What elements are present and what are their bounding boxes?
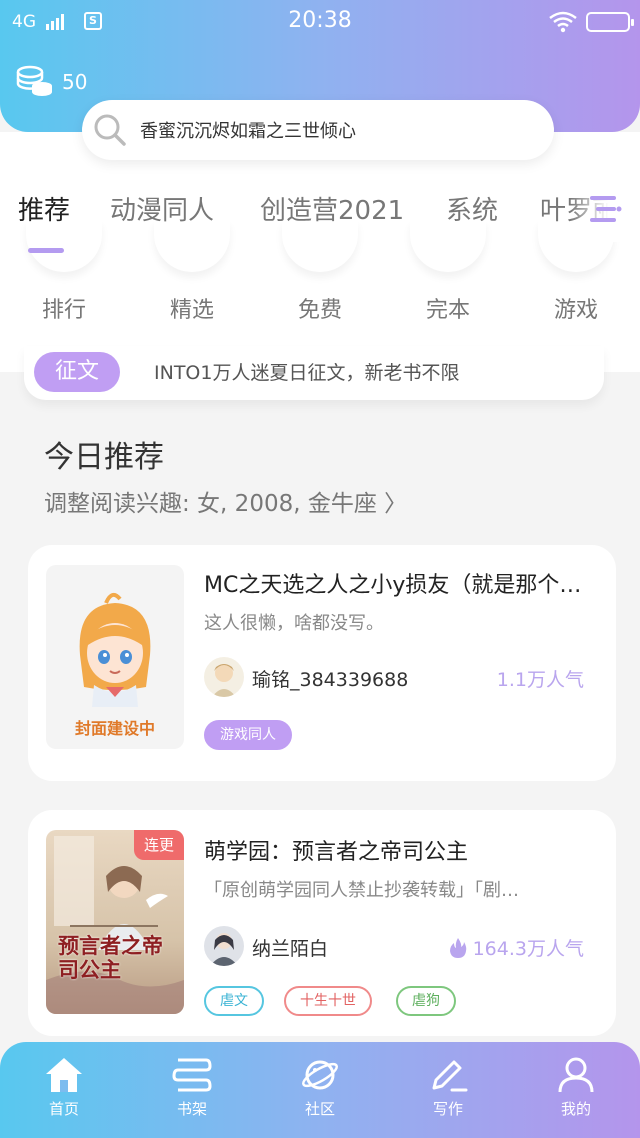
author-avatar[interactable] bbox=[204, 657, 244, 697]
search-bar[interactable]: 香蜜沉沉烬如霜之三世倾心 bbox=[82, 100, 554, 160]
book-card[interactable]: 预言者之帝司公主 连更 萌学园：预言者之帝司公主 「原创萌学园同人禁止抄袭转载」… bbox=[28, 810, 616, 1036]
author-name[interactable]: 瑜铭_384339688 bbox=[252, 665, 408, 692]
contest-notice[interactable]: 征文 INTO1万人迷夏日征文，新老书不限 bbox=[24, 346, 604, 400]
anime-girl-illustration bbox=[79, 592, 151, 707]
section-title: 今日推荐 bbox=[44, 440, 164, 475]
tab-recommend[interactable]: 推荐 bbox=[18, 190, 70, 227]
contest-text: INTO1万人迷夏日征文，新老书不限 bbox=[154, 362, 460, 384]
wifi-icon bbox=[549, 11, 577, 33]
category-label-rank[interactable]: 排行 bbox=[24, 292, 104, 324]
reading-preference-link[interactable]: 调整阅读兴趣: 女, 2008, 金牛座 〉 bbox=[44, 484, 407, 518]
contest-badge: 征文 bbox=[34, 352, 120, 392]
book-card[interactable]: 封面建设中 MC之天选之人之小y损友（就是那个… 这人很懒，啥都没写。 瑜铭_3… bbox=[28, 545, 616, 781]
active-tab-indicator bbox=[28, 248, 64, 253]
category-label-free[interactable]: 免费 bbox=[280, 292, 360, 324]
category-label-featured[interactable]: 精选 bbox=[152, 292, 232, 324]
search-icon bbox=[94, 114, 126, 146]
category-label-games[interactable]: 游戏 bbox=[536, 292, 616, 324]
book-title[interactable]: 萌学园：预言者之帝司公主 bbox=[204, 834, 600, 866]
popularity-count: 1.1万人气 bbox=[496, 669, 584, 691]
genre-tag[interactable]: 十生十世 bbox=[284, 986, 372, 1016]
author-name[interactable]: 纳兰陌白 bbox=[252, 934, 328, 961]
book-description: 「原创萌学园同人禁止抄袭转载」「剧… bbox=[204, 880, 519, 901]
battery-icon bbox=[586, 12, 634, 32]
genre-tag[interactable]: 虐狗 bbox=[396, 986, 456, 1016]
author-avatar[interactable] bbox=[204, 926, 244, 966]
planet-icon bbox=[302, 1060, 338, 1090]
coin-count: 50 bbox=[62, 70, 88, 94]
popularity-count: 164.3万人气 bbox=[472, 938, 584, 960]
cover-placeholder-text: 封面建设中 bbox=[74, 719, 155, 738]
genre-tag[interactable]: 游戏同人 bbox=[204, 720, 292, 750]
nav-write-label: 写作 bbox=[432, 1100, 463, 1118]
book-cover-placeholder: 封面建设中 bbox=[46, 565, 184, 749]
serial-ribbon: 连更 bbox=[134, 830, 184, 860]
author-row: 纳兰陌白 164.3万人气 bbox=[204, 926, 584, 968]
category-label-completed[interactable]: 完本 bbox=[408, 292, 488, 324]
status-bar: 4G S 20:38 bbox=[0, 8, 640, 38]
home-icon bbox=[46, 1058, 82, 1092]
book-description: 这人很懒，啥都没写。 bbox=[204, 613, 384, 634]
search-placeholder: 香蜜沉沉烬如霜之三世倾心 bbox=[140, 121, 356, 142]
book-title[interactable]: MC之天选之人之小y损友（就是那个… bbox=[204, 567, 600, 599]
tabs-menu-icon[interactable] bbox=[590, 192, 622, 226]
nav-profile[interactable]: 我的 bbox=[536, 1056, 616, 1119]
tab-chuang-2021[interactable]: 创造营2021 bbox=[260, 190, 404, 227]
nav-bookshelf[interactable]: 书架 bbox=[152, 1056, 232, 1119]
coin-balance[interactable]: 50 bbox=[16, 64, 87, 100]
nav-write[interactable]: 写作 bbox=[408, 1056, 488, 1119]
flame-icon bbox=[449, 937, 466, 958]
nav-bookshelf-label: 书架 bbox=[176, 1100, 207, 1118]
bookshelf-icon bbox=[172, 1058, 212, 1092]
nav-profile-label: 我的 bbox=[560, 1100, 591, 1118]
genre-tag[interactable]: 虐文 bbox=[204, 986, 264, 1016]
user-icon bbox=[558, 1057, 594, 1093]
cover-title: 预言者之帝司公主 bbox=[58, 933, 163, 982]
category-tabs: 推荐 动漫同人 创造营2021 系统 叶罗丽... bbox=[0, 190, 640, 240]
book-cover: 预言者之帝司公主 连更 bbox=[46, 830, 184, 1014]
bottom-nav: 首页 书架 社区 写作 我的 bbox=[0, 1042, 640, 1138]
nav-community[interactable]: 社区 bbox=[280, 1056, 360, 1119]
tab-anime-fanfic[interactable]: 动漫同人 bbox=[110, 190, 214, 227]
nav-community-label: 社区 bbox=[304, 1100, 335, 1118]
pen-icon bbox=[432, 1060, 468, 1092]
nav-home-label: 首页 bbox=[48, 1100, 79, 1118]
tab-system[interactable]: 系统 bbox=[446, 190, 498, 227]
clock: 20:38 bbox=[288, 8, 352, 33]
popularity: 164.3万人气 bbox=[449, 934, 584, 961]
coins-icon bbox=[16, 65, 52, 96]
nav-home[interactable]: 首页 bbox=[24, 1056, 104, 1119]
author-row: 瑜铭_384339688 1.1万人气 bbox=[204, 657, 584, 699]
